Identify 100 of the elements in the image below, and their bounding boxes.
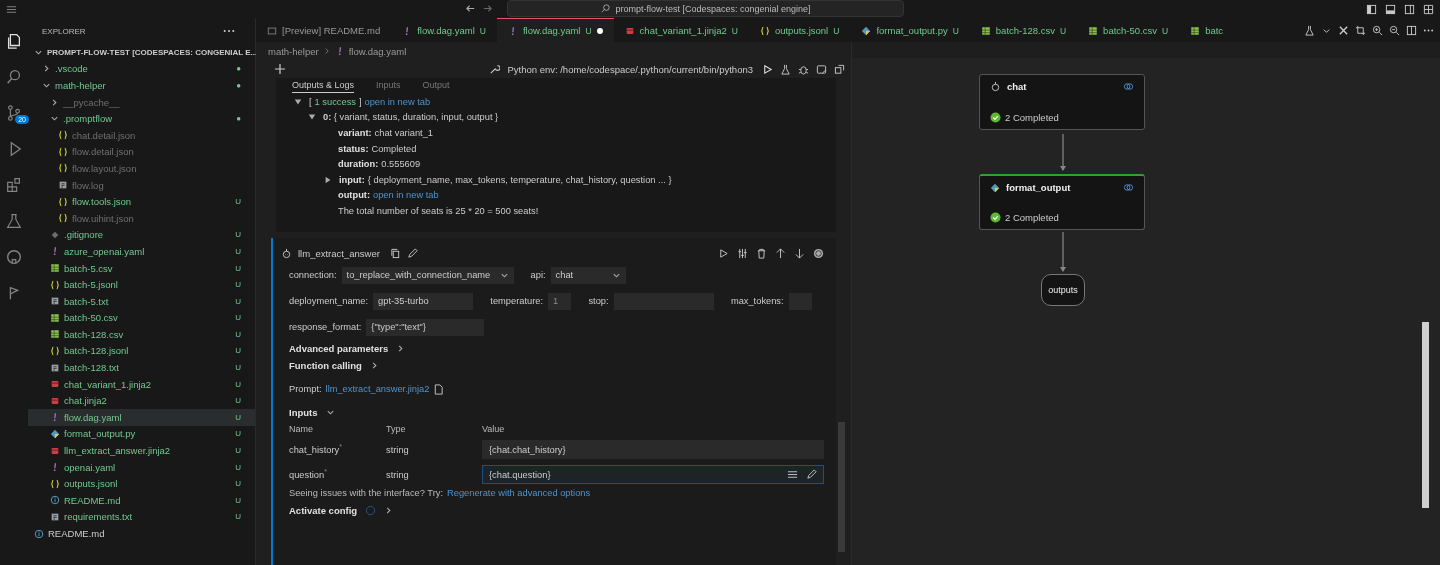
scrollbar[interactable] (838, 422, 845, 552)
flask-icon[interactable] (1304, 24, 1315, 36)
file-item[interactable]: chat.jinja2 U (28, 392, 255, 410)
editor-tab[interactable]: [Preview] README.md (256, 18, 392, 42)
sidebar-toggle-icon[interactable] (1366, 3, 1377, 15)
files-icon[interactable] (5, 32, 23, 50)
section-toggle[interactable]: Advanced parameters (289, 340, 824, 357)
forward-arrow-icon[interactable] (482, 3, 493, 14)
output-node[interactable]: outputs (1041, 274, 1085, 306)
flow-node[interactable]: chat 2 Completed (979, 74, 1145, 130)
file-item[interactable]: flow.tools.json U (28, 193, 255, 210)
panel-tab[interactable]: Outputs & Logs (292, 79, 355, 93)
command-center-search[interactable]: prompt-flow-test [Codespaces: congenial engine] (507, 0, 904, 17)
link-icon[interactable] (1123, 182, 1134, 193)
select-field[interactable]: chat (550, 266, 626, 284)
file-item[interactable]: chat.detail.json (28, 126, 255, 144)
editor-tab[interactable]: outputs.jsonl U (748, 18, 851, 42)
back-arrow-icon[interactable] (465, 3, 476, 14)
file-item[interactable]: flow.dag.yaml U (28, 409, 255, 426)
section-toggle[interactable]: Activate config (289, 502, 824, 519)
file-item[interactable]: README.md (28, 525, 255, 542)
python-env-label[interactable]: Python env: /home/codespace/.python/current/bin/python3 (507, 63, 753, 75)
list-icon[interactable] (787, 469, 798, 480)
input-field[interactable]: 1 (548, 292, 572, 310)
editor-tab[interactable]: chat_variant_1.jinja2 U (613, 18, 749, 42)
breadcrumb-item[interactable]: math-helper (268, 45, 319, 57)
editor-tab[interactable]: flow.dag.yaml U (496, 18, 614, 42)
panel-tab[interactable]: Inputs (376, 80, 401, 92)
layout-icon[interactable] (1423, 3, 1434, 15)
file-item[interactable]: chat_variant_1.jinja2 U (28, 375, 255, 393)
input-field[interactable]: {chat.question} (482, 465, 824, 484)
bug-icon[interactable] (798, 63, 809, 75)
more-icon[interactable] (223, 29, 235, 33)
zoom-in-icon[interactable] (1372, 24, 1383, 36)
file-item[interactable]: README.md U (28, 492, 255, 509)
file-item[interactable]: outputs.jsonl U (28, 475, 255, 493)
sliders-icon[interactable] (737, 247, 748, 259)
editor-tab[interactable]: batch-50.csv U (1077, 18, 1180, 42)
open-graph-icon[interactable] (834, 63, 845, 75)
panel-toggle-icon[interactable] (1385, 3, 1396, 15)
expand-triangle-icon[interactable] (294, 97, 302, 106)
crop-icon[interactable] (1355, 24, 1366, 36)
breadcrumb-item[interactable]: flow.dag.yaml (348, 45, 407, 57)
flow-node[interactable]: format_output 2 Completed (979, 174, 1145, 230)
pencil-icon[interactable] (406, 247, 418, 259)
editor-tab[interactable]: batc (1179, 18, 1235, 42)
flask-icon[interactable] (780, 63, 791, 75)
file-item[interactable]: openai.yaml U (28, 458, 255, 476)
editor-tab[interactable]: batch-128.csv U (969, 18, 1078, 42)
trash-icon[interactable] (756, 247, 767, 259)
menu-icon[interactable] (6, 3, 17, 15)
input-field[interactable]: gpt-35-turbo (373, 292, 474, 310)
play-icon[interactable] (718, 247, 729, 259)
file-icon[interactable] (433, 383, 445, 395)
file-item[interactable]: format_output.py U (28, 425, 255, 443)
editor-tab[interactable]: flow.dag.yaml U (391, 18, 497, 42)
file-item[interactable]: flow.uihint.json (28, 209, 255, 227)
file-item[interactable]: azure_openai.yaml U (28, 243, 255, 260)
file-item[interactable]: requirements.txt U (28, 508, 255, 526)
file-item[interactable]: batch-128.jsonl U (28, 342, 255, 360)
play-icon[interactable] (762, 63, 773, 75)
expand-triangle-icon[interactable] (324, 175, 332, 184)
input-field[interactable]: {chat.chat_history} (482, 440, 824, 459)
plus-icon[interactable] (274, 63, 286, 75)
tools-icon[interactable] (1338, 24, 1349, 36)
expand-triangle-icon[interactable] (308, 113, 316, 122)
panel-tab[interactable]: Output (422, 80, 450, 92)
select-field[interactable]: to_replace_with_connection_name (341, 266, 514, 284)
section-toggle[interactable]: Function calling (289, 357, 824, 374)
input-field[interactable]: {"type":"text"} (366, 318, 485, 336)
arrow-down-icon[interactable] (794, 247, 805, 259)
arrow-up-icon[interactable] (775, 247, 786, 259)
scrollbar[interactable] (1422, 322, 1429, 508)
image-icon[interactable] (816, 63, 827, 75)
target-icon[interactable] (813, 247, 824, 259)
file-item[interactable]: flow.log (28, 176, 255, 194)
zoom-out-icon[interactable] (1389, 24, 1400, 36)
folder-item[interactable]: __pycache__ (28, 93, 255, 111)
file-item[interactable]: flow.layout.json (28, 160, 255, 177)
file-item[interactable]: .gitignore U (28, 226, 255, 244)
copy-icon[interactable] (389, 247, 401, 259)
file-item[interactable]: batch-128.csv U (28, 326, 255, 343)
file-item[interactable]: batch-5.jsonl U (28, 276, 255, 293)
link-icon[interactable] (1123, 81, 1134, 92)
file-item[interactable]: batch-128.txt U (28, 359, 255, 376)
file-item[interactable]: batch-50.csv U (28, 309, 255, 327)
extensions-icon[interactable] (5, 176, 23, 194)
search-icon[interactable] (5, 68, 23, 86)
pencil-icon[interactable] (806, 469, 817, 480)
secondary-sidebar-icon[interactable] (1404, 3, 1415, 15)
folder-item[interactable]: .vscode ● (28, 60, 255, 78)
file-item[interactable]: batch-5.csv U (28, 259, 255, 277)
section-toggle[interactable]: Inputs (289, 404, 824, 421)
file-item[interactable]: batch-5.txt U (28, 292, 255, 310)
prompt-file-link[interactable]: llm_extract_answer.jinja2 (325, 384, 430, 394)
github-icon[interactable] (5, 248, 23, 266)
file-item[interactable]: llm_extract_answer.jinja2 U (28, 442, 255, 459)
regenerate-link[interactable]: Regenerate with advanced options (447, 488, 591, 498)
split-editor-icon[interactable] (1406, 24, 1417, 36)
flask-icon[interactable] (5, 212, 23, 230)
